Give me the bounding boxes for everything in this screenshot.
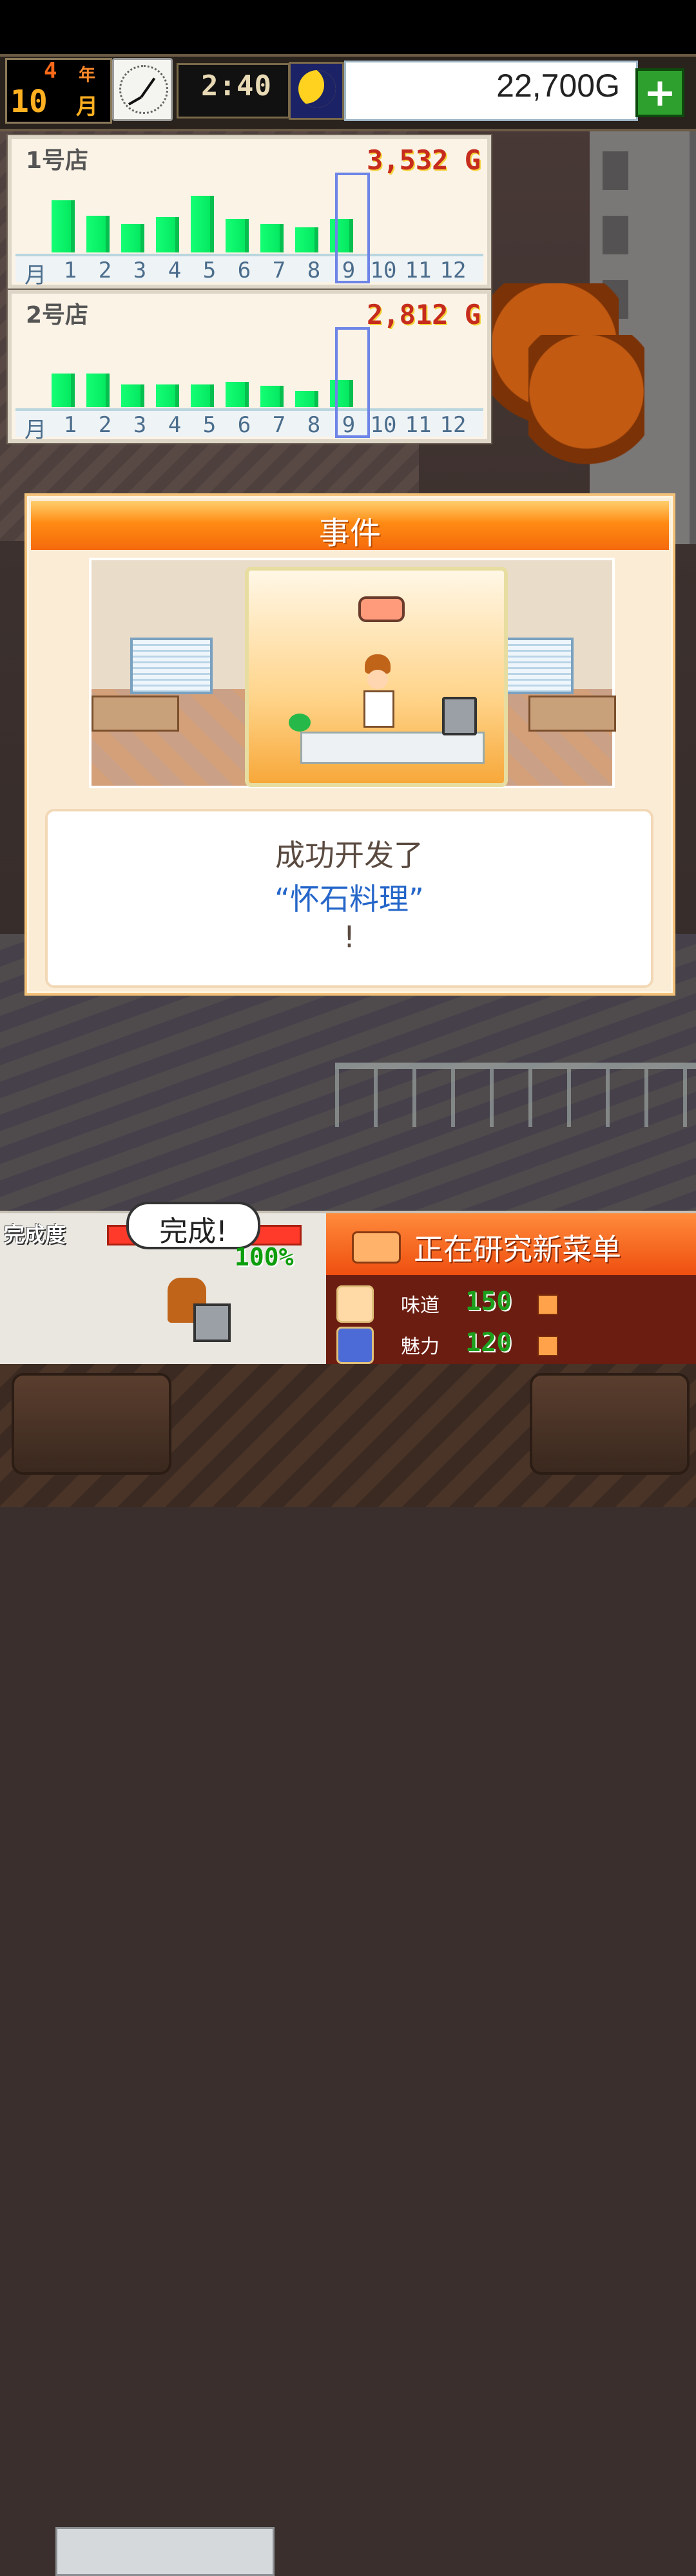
sales-bar (295, 391, 318, 407)
year-label: 年 (79, 66, 96, 85)
night-indicator (289, 62, 344, 120)
event-message-line: ! (343, 920, 356, 954)
selected-month-highlight (335, 173, 370, 283)
chef-icon (358, 654, 394, 728)
stat-label: 味道 (401, 1294, 440, 1317)
add-gold-button[interactable]: + (635, 68, 684, 117)
speech-bubble: 完成! (126, 1202, 260, 1249)
event-illustration (89, 558, 616, 788)
stat-meter (537, 1294, 558, 1315)
selected-month-highlight (335, 327, 370, 438)
research-title: 正在研究新菜单 (414, 1232, 621, 1267)
stat-label: 魅力 (401, 1336, 440, 1358)
pot-icon (193, 1303, 231, 1342)
sales-bar (121, 384, 144, 407)
store-2-chart[interactable]: 2号店 2,812 G 月 1 2 3 4 5 6 7 8 9 10 11 12 (8, 290, 491, 443)
stat-row-taste: 味道 150 (336, 1285, 684, 1323)
stat-meter (537, 1336, 558, 1356)
stat-value: 120 (465, 1328, 512, 1358)
window (603, 216, 628, 254)
store-2-bars (12, 294, 487, 439)
dish-icon (358, 596, 405, 622)
sales-bar (260, 224, 284, 252)
sales-bar (226, 382, 249, 407)
sales-bar (260, 386, 284, 407)
kitchen-counter (55, 2527, 275, 2576)
gold-amount: 22,700G (496, 68, 620, 104)
research-panel: 正在研究新菜单 味道 150 魅力 120 (326, 1211, 696, 1367)
time-value: 2:40 (201, 70, 272, 102)
progress-percent: 100% (235, 1243, 294, 1271)
research-header: 正在研究新菜单 (326, 1213, 696, 1275)
sales-bar (86, 374, 110, 407)
month-label: 月 (76, 94, 98, 120)
store-1-bars (12, 139, 487, 285)
status-bar-area (0, 0, 696, 54)
event-dialog[interactable]: 事件 成功开发了 “怀石料理” ! (24, 493, 675, 996)
month-value: 10 (10, 84, 48, 120)
sales-bar (295, 227, 318, 252)
event-message: 成功开发了 “怀石料理” ! (45, 809, 653, 988)
moon-icon (298, 70, 336, 108)
sales-bar (191, 384, 214, 407)
sales-bar (226, 219, 249, 252)
smiley-icon (336, 1285, 374, 1323)
sales-bar (52, 374, 75, 407)
dish-icon (352, 1231, 401, 1264)
kitchen-counter (300, 732, 485, 764)
sales-bar (121, 224, 144, 252)
window (603, 151, 628, 190)
right-floor-button[interactable] (530, 1373, 690, 1475)
left-floor-button[interactable] (12, 1373, 171, 1475)
stat-row-charm: 魅力 120 (336, 1327, 684, 1364)
sales-bar (156, 384, 179, 407)
chef-body (363, 690, 394, 728)
pot-icon (442, 697, 477, 735)
event-header: 事件 (31, 501, 669, 551)
clock-face (119, 65, 168, 114)
sales-bar (52, 200, 75, 252)
sales-bar (156, 217, 179, 252)
chef-face (367, 670, 388, 689)
stat-value: 150 (465, 1287, 512, 1316)
vegetable-icon (289, 714, 311, 732)
clock-icon (112, 58, 173, 121)
sparkle-dish-icon (336, 1327, 374, 1364)
event-title: 事件 (318, 515, 381, 551)
progress-label: 完成度 (4, 1222, 66, 1247)
year-value: 4 (44, 58, 57, 84)
store-1-chart[interactable]: 1号店 3,532 G 月 1 2 3 4 5 6 7 8 9 10 11 12 (8, 135, 491, 289)
recipe-name: “怀石料理” (275, 882, 424, 916)
autumn-tree (528, 335, 644, 477)
sales-bar (191, 196, 214, 252)
fence (335, 1063, 696, 1127)
dining-table (528, 696, 616, 732)
sales-bar (86, 216, 110, 252)
event-message-line: 成功开发了 (275, 838, 423, 873)
cooking-scene (245, 567, 508, 787)
dining-table (92, 696, 179, 732)
window-blinds (130, 638, 213, 694)
